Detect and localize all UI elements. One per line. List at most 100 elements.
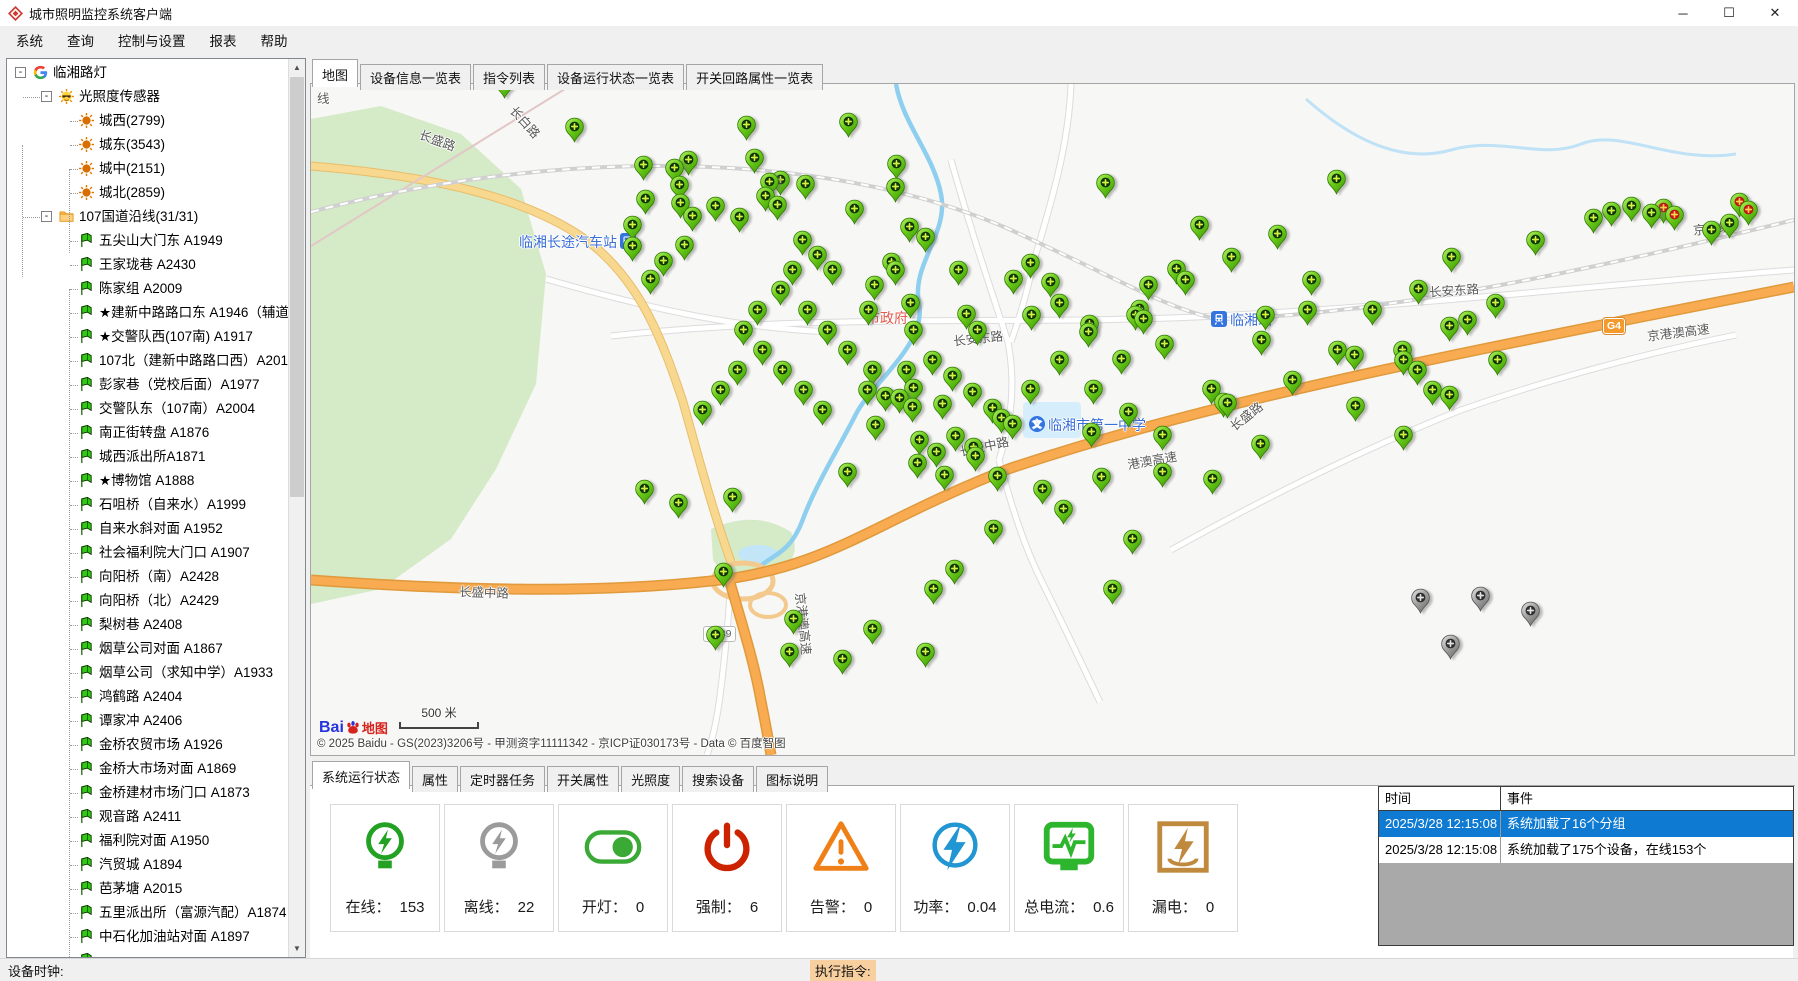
- tree-item[interactable]: [7, 949, 288, 957]
- map-pin-green[interactable]: [1440, 316, 1459, 342]
- tree-item[interactable]: 芭茅塘 A2015: [7, 877, 288, 901]
- bottom-tab-6[interactable]: 图标说明: [756, 766, 828, 792]
- bottom-tab-3[interactable]: 开关属性: [547, 766, 619, 792]
- map-pin-green[interactable]: [675, 235, 694, 261]
- bottom-tab-2[interactable]: 定时器任务: [460, 766, 545, 792]
- map-pin-green[interactable]: [1720, 213, 1739, 239]
- map-pin-green[interactable]: [1345, 345, 1364, 371]
- tree-expander-icon[interactable]: -: [41, 211, 52, 222]
- map-pin-green[interactable]: [813, 400, 832, 426]
- map-pin-green[interactable]: [916, 642, 935, 668]
- tree-item[interactable]: 烟草公司对面 A1867: [7, 637, 288, 661]
- map-pin-green[interactable]: [1222, 247, 1241, 273]
- map-pin-green[interactable]: [943, 366, 962, 392]
- tree-item[interactable]: ★交警队西(107南) A1917: [7, 325, 288, 349]
- map-pin-green[interactable]: [1488, 350, 1507, 376]
- map-pin-green[interactable]: [737, 115, 756, 141]
- map-pin-green[interactable]: [714, 562, 733, 588]
- map-pin-gray[interactable]: [1521, 601, 1540, 627]
- map-pin-green[interactable]: [1346, 396, 1365, 422]
- map-pin-green[interactable]: [1176, 270, 1195, 296]
- map-pin-green[interactable]: [866, 415, 885, 441]
- map-pin-green[interactable]: [1458, 310, 1477, 336]
- map-pin-green[interactable]: [886, 177, 905, 203]
- map-pin-green[interactable]: [1079, 322, 1098, 348]
- map-pin-green[interactable]: [641, 269, 660, 295]
- menu-item-3[interactable]: 报表: [198, 25, 249, 55]
- map-pin-green[interactable]: [963, 382, 982, 408]
- map-pin-green[interactable]: [723, 487, 742, 513]
- map-pin-green[interactable]: [1134, 309, 1153, 335]
- map-pin-green[interactable]: [1003, 414, 1022, 440]
- tree-item[interactable]: 五尖山大门东 A1949: [7, 229, 288, 253]
- map-pin-green[interactable]: [730, 207, 749, 233]
- bottom-tab-1[interactable]: 属性: [412, 766, 458, 792]
- map-pin-green[interactable]: [823, 260, 842, 286]
- map-pin-green[interactable]: [1251, 434, 1270, 460]
- map-pin-green[interactable]: [1119, 402, 1138, 428]
- map-pin-green[interactable]: [1268, 224, 1287, 250]
- tree-item[interactable]: 城西(2799): [7, 109, 288, 133]
- map-pin-green[interactable]: [635, 479, 654, 505]
- map-pin-red[interactable]: [1665, 205, 1684, 231]
- tree-item[interactable]: ★建新中路路口东 A1946（辅道灯）: [7, 301, 288, 325]
- scrollbar-thumb[interactable]: [290, 77, 304, 497]
- map-pin-green[interactable]: [838, 462, 857, 488]
- tree-item[interactable]: -107国道沿线(31/31): [7, 205, 288, 229]
- map-pin-green[interactable]: [1602, 201, 1621, 227]
- map-pin-green[interactable]: [1139, 275, 1158, 301]
- map-pin-green[interactable]: [838, 340, 857, 366]
- tree-item[interactable]: 梨树巷 A2408: [7, 613, 288, 637]
- map-pin-green[interactable]: [773, 360, 792, 386]
- map-pin-green[interactable]: [984, 519, 1003, 545]
- map-pin-green[interactable]: [1004, 269, 1023, 295]
- close-button[interactable]: ✕: [1752, 0, 1798, 26]
- tree-item[interactable]: 城北(2859): [7, 181, 288, 205]
- map-pin-gray[interactable]: [1441, 634, 1460, 660]
- tree-item[interactable]: 南正街转盘 A1876: [7, 421, 288, 445]
- map-pin-green[interactable]: [1112, 349, 1131, 375]
- map-pin-green[interactable]: [1054, 499, 1073, 525]
- map-pin-green[interactable]: [863, 619, 882, 645]
- map-pin-green[interactable]: [1327, 169, 1346, 195]
- menu-item-0[interactable]: 系统: [4, 25, 55, 55]
- tree-item[interactable]: 107北（建新中路路口西）A2014: [7, 349, 288, 373]
- map-pin-green[interactable]: [669, 493, 688, 519]
- map-tab-3[interactable]: 设备运行状态一览表: [547, 64, 684, 90]
- tree-item[interactable]: 向阳桥（南）A2428: [7, 565, 288, 589]
- map-pin-green[interactable]: [796, 174, 815, 200]
- map-pin-green[interactable]: [904, 320, 923, 346]
- tree-item[interactable]: 金桥农贸市场 A1926: [7, 733, 288, 757]
- map-pin-green[interactable]: [1302, 270, 1321, 296]
- map-pin-green[interactable]: [706, 196, 725, 222]
- map-pin-green[interactable]: [1218, 393, 1237, 419]
- map-pin-gray[interactable]: [1471, 586, 1490, 612]
- map-pin-green[interactable]: [966, 446, 985, 472]
- map-pin-green[interactable]: [711, 380, 730, 406]
- map-pin-green[interactable]: [1092, 467, 1111, 493]
- map-pin-green[interactable]: [683, 206, 702, 232]
- bottom-tab-0[interactable]: 系统运行状态: [312, 761, 410, 789]
- map-pin-green[interactable]: [1702, 220, 1721, 246]
- tree-item[interactable]: 社会福利院大门口 A1907: [7, 541, 288, 565]
- tree-item[interactable]: 金桥大市场对面 A1869: [7, 757, 288, 781]
- map-pin-green[interactable]: [753, 340, 772, 366]
- menu-item-2[interactable]: 控制与设置: [106, 25, 198, 55]
- map-pin-green[interactable]: [1153, 425, 1172, 451]
- tree-item[interactable]: 烟草公司（求知中学）A1933: [7, 661, 288, 685]
- map-pin-green[interactable]: [886, 260, 905, 286]
- map-pin-green[interactable]: [1082, 422, 1101, 448]
- map-tab-2[interactable]: 指令列表: [473, 64, 545, 90]
- map-pin-green[interactable]: [771, 280, 790, 306]
- tree-item[interactable]: 鸿鹤路 A2404: [7, 685, 288, 709]
- map-pin-green[interactable]: [845, 199, 864, 225]
- map-pin-green[interactable]: [1050, 293, 1069, 319]
- tree-item[interactable]: 交警队东（107南）A2004: [7, 397, 288, 421]
- scroll-down-icon[interactable]: ▼: [289, 940, 305, 957]
- map-pin-green[interactable]: [1155, 334, 1174, 360]
- map-pin-green[interactable]: [901, 293, 920, 319]
- map-pin-green[interactable]: [1642, 203, 1661, 229]
- tree-item[interactable]: 石咀桥（自来水）A1999: [7, 493, 288, 517]
- map-pin-green[interactable]: [1298, 300, 1317, 326]
- tree-item[interactable]: 城西派出所A1871: [7, 445, 288, 469]
